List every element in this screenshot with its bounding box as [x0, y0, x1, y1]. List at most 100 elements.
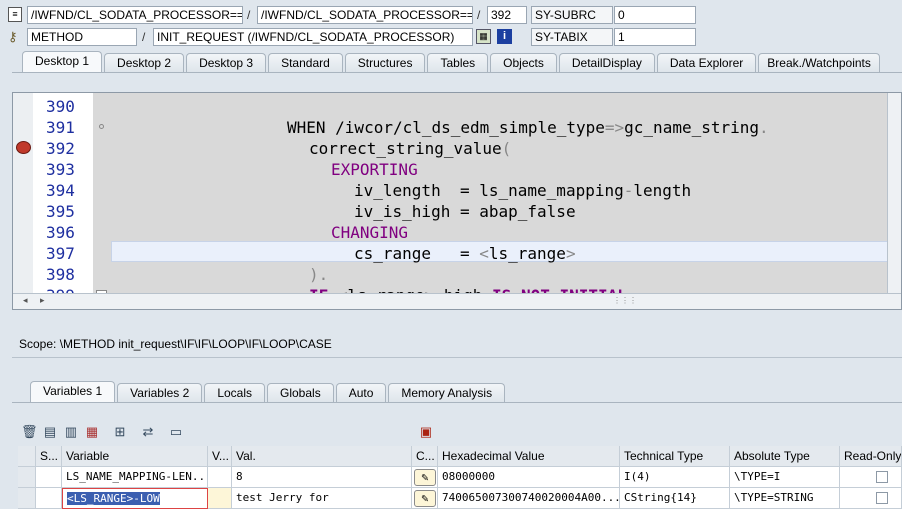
tab-desktop-2[interactable]: Desktop 2 [104, 53, 185, 73]
export-icon[interactable]: ▦ [84, 424, 100, 440]
horizontal-scrollbar[interactable]: ◂ ▸ ⋮⋮⋮ [13, 293, 901, 309]
tab-auto[interactable]: Auto [335, 383, 387, 403]
calculator-icon[interactable]: ▦ [476, 29, 491, 44]
col-header-s[interactable]: S... [36, 446, 62, 467]
import-icon[interactable]: ▥ [63, 424, 79, 440]
type-field[interactable]: METHOD [27, 28, 137, 46]
include-field[interactable]: /IWFND/CL_SODATA_PROCESSOR=== [257, 6, 473, 24]
line-number: 394 [46, 181, 75, 200]
table-row[interactable]: LS_NAME_MAPPING-LEN... 8 ✎ 08000000 I(4)… [18, 467, 902, 488]
cell-absolute-type: \TYPE=STRING [730, 488, 840, 509]
event-field[interactable]: INIT_REQUEST (/IWFND/CL_SODATA_PROCESSOR… [153, 28, 473, 46]
code-text: WHEN /iwcor/cl_ds_edm_simple_type [287, 118, 605, 137]
col-header-variable[interactable]: Variable [62, 446, 208, 467]
splitter-handle[interactable]: ⋮⋮⋮ [613, 296, 637, 305]
desktop-tabs: Desktop 1 Desktop 2 Desktop 3 Standard S… [22, 50, 882, 73]
tab-desktop-1[interactable]: Desktop 1 [22, 51, 103, 73]
tab-variables-2[interactable]: Variables 2 [117, 383, 203, 403]
tab-globals[interactable]: Globals [267, 383, 334, 403]
table-row[interactable]: <LS_RANGE>-LOW test Jerry for ✎ 74006500… [18, 488, 902, 509]
tab-objects[interactable]: Objects [490, 53, 557, 73]
read-only-checkbox[interactable] [876, 471, 888, 483]
cell-technical-type: CString{14} [620, 488, 730, 509]
variable-tabs: Variables 1 Variables 2 Locals Globals A… [30, 380, 507, 403]
cell-absolute-type: \TYPE=I [730, 467, 840, 488]
tab-breakpoints[interactable]: Break./Watchpoints [758, 53, 880, 73]
tab-panel-border [12, 72, 902, 73]
scroll-left-icon[interactable]: ◂ [23, 295, 28, 306]
tab-variables-1[interactable]: Variables 1 [30, 381, 116, 403]
source-code-editor[interactable]: 390 391 392 393 394 395 396 397 398 399 … [12, 92, 902, 310]
sysvar-name-2: SY-TABIX [531, 28, 613, 46]
code-text: abap_false [469, 202, 576, 221]
code-operator: = [459, 244, 470, 263]
cell-variable[interactable]: <LS_RANGE>-LOW [62, 488, 208, 509]
tab-tables[interactable]: Tables [427, 53, 489, 73]
col-header-select[interactable] [18, 446, 36, 467]
divider [12, 357, 902, 358]
col-header-absolute-type[interactable]: Absolute Type [730, 446, 840, 467]
col-header-c[interactable]: C... [412, 446, 438, 467]
code-line-394: iv_length = ls_name_mapping-length [354, 180, 691, 201]
code-line-397: cs_range = <ls_range> [354, 243, 576, 264]
col-header-read-only[interactable]: Read-Only. [840, 446, 902, 467]
sysvar-value-2: 1 [614, 28, 696, 46]
pencil-icon[interactable]: ✎ [414, 469, 436, 486]
line-number: 395 [46, 202, 75, 221]
line-field[interactable]: 392 [487, 6, 527, 24]
vertical-scrollbar[interactable] [887, 93, 901, 293]
code-operator: > [565, 244, 576, 263]
breakpoint-gutter[interactable] [13, 93, 33, 309]
cell-c: ✎ [412, 488, 438, 509]
cell-variable[interactable]: LS_NAME_MAPPING-LEN... [62, 467, 208, 488]
line-number: 393 [46, 160, 75, 179]
tab-locals[interactable]: Locals [204, 383, 265, 403]
pencil-icon[interactable]: ✎ [414, 490, 436, 507]
code-text: iv_is_high [354, 202, 460, 221]
row-selector[interactable] [18, 467, 36, 488]
row-selector[interactable] [18, 488, 36, 509]
read-only-checkbox[interactable] [876, 492, 888, 504]
code-operator: => [604, 118, 625, 137]
line-number: 390 [46, 97, 75, 116]
tab-data-explorer[interactable]: Data Explorer [656, 53, 757, 73]
col-header-hex[interactable]: Hexadecimal Value [438, 446, 620, 467]
breakpoint-icon[interactable] [16, 141, 31, 154]
code-text: gc_name_string [624, 118, 760, 137]
code-operator: - [623, 181, 634, 200]
code-line-393: EXPORTING [331, 160, 418, 179]
delete-icon[interactable]: 🗑 [21, 424, 38, 440]
tab-memory-analysis[interactable]: Memory Analysis [388, 383, 506, 403]
scroll-right-icon[interactable]: ▸ [40, 295, 45, 306]
cell-value[interactable]: test Jerry for [232, 488, 412, 509]
tab-desktop-3[interactable]: Desktop 3 [186, 53, 267, 73]
col-header-value[interactable]: Val. [232, 446, 412, 467]
tab-detaildisplay[interactable]: DetailDisplay [558, 53, 655, 73]
grid-header-row: S... Variable V... Val. C... Hexadecimal… [18, 446, 902, 467]
program-field[interactable]: /IWFND/CL_SODATA_PROCESSOR=== [27, 6, 243, 24]
line-number: 392 [46, 139, 75, 158]
info-icon[interactable]: i [497, 29, 512, 44]
save-icon[interactable]: ▣ [418, 424, 434, 440]
folder-icon[interactable]: ▭ [168, 424, 184, 440]
fold-marker [99, 124, 104, 129]
hierarchy-icon[interactable]: ⊞ [112, 424, 128, 440]
sysvar-name-1: SY-SUBRC [531, 6, 613, 24]
col-header-v[interactable]: V... [208, 446, 232, 467]
sysvar-value-1: 0 [614, 6, 696, 24]
code-operator: = [459, 202, 470, 221]
transfer-icon[interactable]: ⇄ [140, 424, 156, 440]
col-header-technical-type[interactable]: Technical Type [620, 446, 730, 467]
cell-technical-type: I(4) [620, 467, 730, 488]
code-line-392: correct_string_value( [309, 138, 511, 159]
cell-value[interactable]: 8 [232, 467, 412, 488]
delete-all-icon[interactable]: ▤ [42, 424, 58, 440]
code-text: iv_length [354, 181, 460, 200]
line-number: 397 [46, 244, 75, 263]
tab-standard[interactable]: Standard [268, 53, 343, 73]
tab-structures[interactable]: Structures [344, 53, 426, 73]
separator: / [477, 8, 481, 22]
separator: / [247, 8, 251, 22]
cell-read-only [840, 488, 902, 509]
code-text: ls_name_mapping [469, 181, 624, 200]
